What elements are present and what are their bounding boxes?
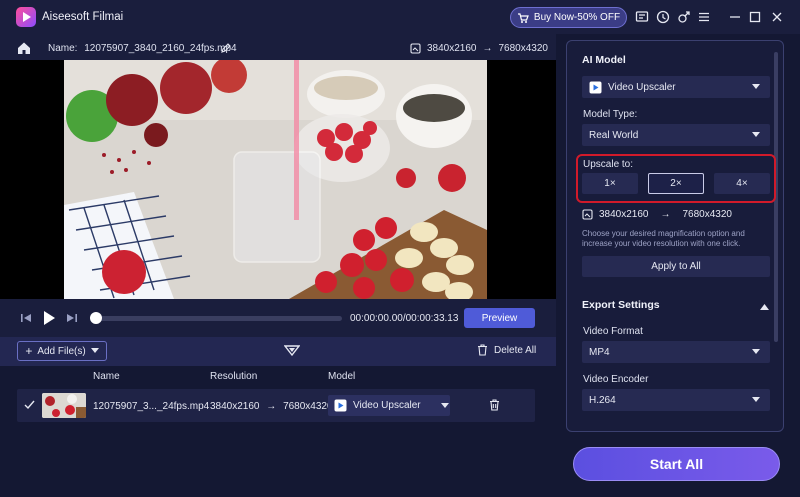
upscale-res-from: 3840x2160 — [599, 209, 649, 220]
resolution-icon — [410, 43, 421, 54]
app-logo-icon — [16, 7, 36, 27]
buy-now-button[interactable]: Buy Now-50% OFF — [510, 7, 627, 28]
ai-model-title: AI Model — [582, 54, 626, 66]
chevron-down-icon — [90, 348, 99, 353]
chevron-down-icon — [440, 402, 449, 408]
file-list — [0, 366, 556, 497]
collapse-section-icon[interactable] — [760, 301, 769, 310]
chevron-down-icon — [752, 84, 760, 89]
video-encoder-dropdown[interactable]: H.264 — [582, 389, 770, 411]
add-files-label: Add File(s) — [37, 345, 86, 357]
file-name: 12075907_3840_2160_24fps.mp4 — [84, 43, 237, 54]
column-header-name: Name — [93, 371, 120, 382]
column-header-model: Model — [328, 371, 356, 382]
collapse-icon[interactable] — [283, 345, 301, 357]
buy-now-label: Buy Now-50% OFF — [533, 12, 621, 23]
row-target-res: 7680x4320 — [283, 401, 333, 412]
model-type-dropdown[interactable]: Real World — [582, 124, 770, 146]
upscale-label: Upscale to: — [583, 159, 634, 170]
upscale-hint: Choose your desired magnification option… — [582, 229, 745, 248]
resolution-icon — [582, 209, 593, 220]
row-file-name: 12075907_3..._24fps.mp4 — [93, 401, 210, 412]
ai-model-dropdown[interactable]: Video Upscaler — [582, 76, 770, 98]
chevron-down-icon — [752, 349, 760, 354]
apply-to-all-button[interactable]: Apply to All — [582, 256, 770, 277]
video-upscaler-icon — [334, 399, 347, 412]
plus-icon: + — [25, 344, 33, 358]
menu-icon[interactable] — [695, 8, 713, 26]
row-model-dropdown[interactable]: Video Upscaler — [328, 395, 450, 416]
add-files-button[interactable]: + Add File(s) — [17, 341, 107, 361]
target-resolution: 7680x4320 — [498, 43, 549, 54]
video-format-label: Video Format — [583, 326, 643, 337]
video-format-value: MP4 — [589, 346, 610, 358]
row-model-label: Video Upscaler — [353, 400, 421, 411]
upscale-resolution-info: 3840x2160 → 7680x4320 — [582, 209, 732, 220]
start-all-button[interactable]: Start All — [573, 447, 780, 481]
gender-icon[interactable] — [675, 8, 693, 26]
app-title: Aiseesoft Filmai — [42, 11, 124, 23]
arrow-icon: → — [266, 401, 277, 412]
resolution-info: 3840x2160 → 7680x4320 — [410, 43, 548, 54]
trash-icon — [478, 344, 487, 356]
video-encoder-label: Video Encoder — [583, 374, 649, 385]
column-header-resolution: Resolution — [210, 371, 258, 382]
scale-1x-button[interactable]: 1× — [582, 173, 638, 194]
video-preview — [64, 60, 487, 299]
play-icon[interactable] — [42, 310, 56, 326]
delete-all-label: Delete All — [494, 344, 537, 356]
timecode: 00:00:00.00/00:00:33.13 — [350, 313, 459, 324]
upscale-res-to: 7680x4320 — [682, 209, 733, 220]
file-name-display: Name: 12075907_3840_2160_24fps.mp4 — [48, 43, 237, 54]
video-upscaler-icon — [589, 81, 602, 93]
video-frame-image — [64, 60, 487, 299]
progress-knob[interactable] — [90, 312, 102, 324]
video-encoder-value: H.264 — [589, 394, 616, 406]
file-thumbnail — [42, 393, 86, 418]
scale-4x-button[interactable]: 4× — [714, 173, 770, 194]
row-resolution: 3840x2160 → 7680x4320 — [210, 401, 333, 412]
skip-back-icon[interactable] — [20, 312, 32, 324]
chevron-down-icon — [752, 132, 760, 137]
progress-track[interactable] — [95, 316, 342, 321]
minimize-icon[interactable] — [726, 8, 744, 26]
chevron-down-icon — [752, 397, 760, 402]
model-type-value: Real World — [589, 129, 639, 141]
arrow-icon: → — [660, 209, 671, 220]
row-source-res: 3840x2160 — [210, 401, 260, 412]
close-icon[interactable] — [768, 8, 786, 26]
name-label: Name: — [48, 43, 78, 54]
row-delete-icon[interactable] — [489, 399, 500, 411]
checkmark-icon[interactable] — [24, 400, 35, 410]
skip-forward-icon[interactable] — [66, 312, 78, 324]
video-format-dropdown[interactable]: MP4 — [582, 341, 770, 363]
scale-2x-button[interactable]: 2× — [648, 173, 704, 194]
preview-button[interactable]: Preview — [464, 308, 535, 328]
history-icon[interactable] — [654, 8, 672, 26]
delete-all-button[interactable]: Delete All — [477, 344, 536, 356]
cart-icon — [517, 12, 529, 23]
arrow-icon: → — [482, 43, 493, 54]
model-type-label: Model Type: — [583, 109, 638, 120]
home-icon[interactable] — [16, 40, 32, 56]
feedback-icon[interactable] — [633, 8, 651, 26]
maximize-icon[interactable] — [746, 8, 764, 26]
source-resolution: 3840x2160 — [427, 43, 477, 54]
export-settings-title: Export Settings — [582, 299, 660, 311]
ai-model-value: Video Upscaler — [608, 81, 676, 93]
edit-name-icon[interactable] — [220, 42, 232, 54]
